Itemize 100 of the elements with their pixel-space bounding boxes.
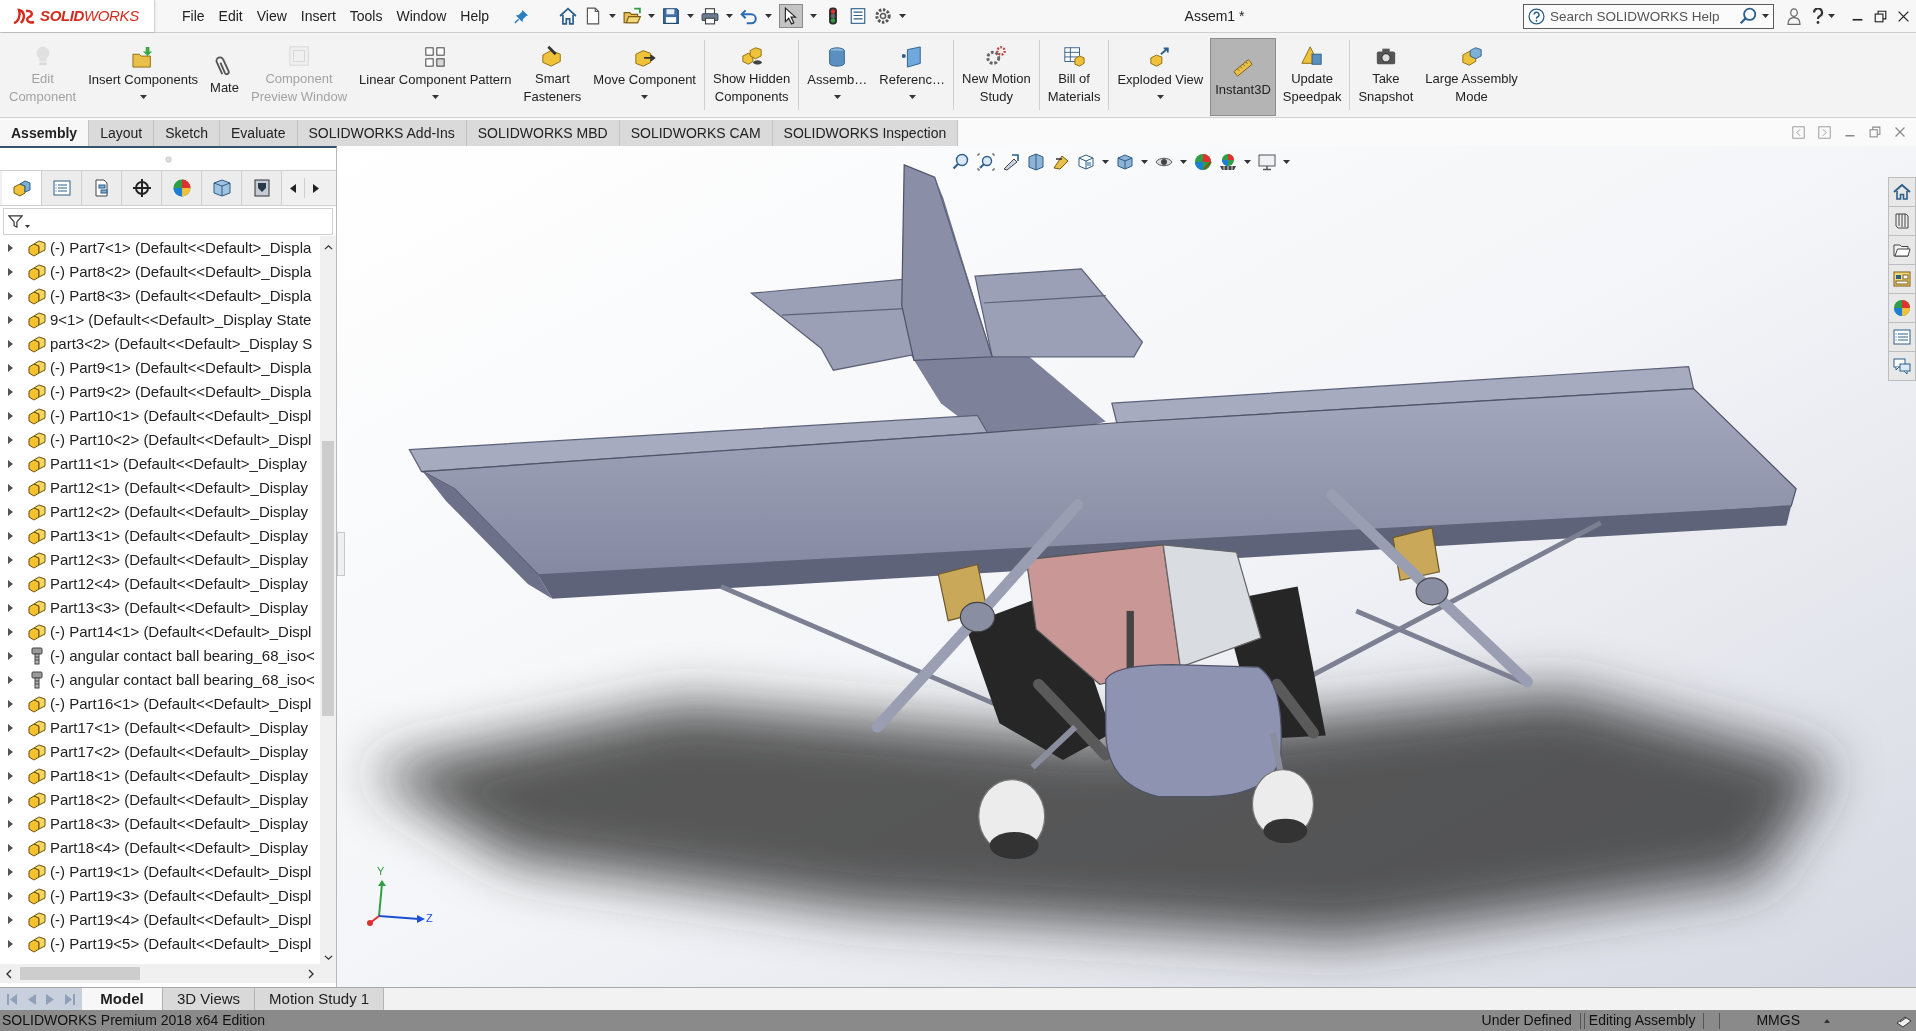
command-button[interactable]: Mate (205, 33, 244, 117)
color-ball-icon[interactable] (1194, 153, 1212, 171)
expand-arrow-icon[interactable] (8, 844, 13, 852)
up-caret-icon[interactable] (323, 245, 333, 250)
tree-item[interactable]: Part18<2> (Default<<Default>_Display (0, 788, 320, 812)
expand-arrow-icon[interactable] (8, 508, 13, 516)
home-icon[interactable] (559, 7, 578, 25)
tile-left-icon[interactable] (1792, 125, 1805, 139)
shaded-cube-icon[interactable] (1116, 153, 1134, 171)
expand-arrow-icon[interactable] (8, 580, 13, 588)
command-button[interactable]: Move Component (588, 33, 701, 117)
tree-item[interactable]: (-) Part16<1> (Default<<Default>_Displ (0, 692, 320, 716)
menu-item[interactable]: Tools (342, 4, 390, 28)
expand-arrow-icon[interactable] (8, 388, 13, 396)
expand-arrow-icon[interactable] (8, 724, 13, 732)
command-button[interactable]: Large Assembly Mode (1420, 33, 1523, 117)
gear-icon[interactable] (874, 7, 893, 25)
expand-arrow-icon[interactable] (8, 652, 13, 660)
tree-item[interactable]: Part12<2> (Default<<Default>_Display (0, 500, 320, 524)
expand-arrow-icon[interactable] (8, 676, 13, 684)
tree-item[interactable]: part3<2> (Default<<Default>_Display S (0, 332, 320, 356)
filter-field[interactable] (3, 208, 333, 235)
task-pane-tab[interactable] (1888, 206, 1916, 236)
tree-item[interactable]: Part18<1> (Default<<Default>_Display (0, 764, 320, 788)
tree-item[interactable]: (-) Part7<1> (Default<<Default>_Displa (0, 236, 320, 260)
restore-icon[interactable] (1874, 9, 1887, 23)
command-button[interactable]: Referenc… (874, 33, 951, 117)
expand-arrow-icon[interactable] (8, 316, 13, 324)
ball-on-floor-icon[interactable] (1219, 153, 1237, 171)
expand-arrow-icon[interactable] (8, 556, 13, 564)
command-button[interactable]: Linear Component Pattern (354, 33, 517, 117)
split-cube-icon[interactable] (1027, 153, 1045, 171)
tree-item[interactable]: Part17<2> (Default<<Default>_Display (0, 740, 320, 764)
expand-arrow-icon[interactable] (8, 796, 13, 804)
panel-tab[interactable] (122, 171, 162, 205)
down-caret-icon[interactable] (323, 955, 333, 960)
tile-right-icon[interactable] (1818, 125, 1831, 139)
tab[interactable]: Model (82, 988, 163, 1010)
tab[interactable]: SOLIDWORKS CAM (619, 120, 773, 146)
folder-icon[interactable] (623, 7, 642, 25)
tab[interactable]: Layout (89, 120, 155, 146)
tree-item[interactable]: Part11<1> (Default<<Default>_Display (0, 452, 320, 476)
splitter-handle[interactable] (337, 532, 345, 576)
left-arrow-icon[interactable] (290, 183, 296, 193)
select-button[interactable] (779, 4, 804, 28)
caret-icon[interactable] (726, 14, 734, 18)
expand-arrow-icon[interactable] (8, 604, 13, 612)
monitor-icon[interactable] (1258, 153, 1276, 171)
scrollbar-thumb[interactable] (322, 441, 334, 716)
task-pane-tab[interactable] (1888, 293, 1916, 323)
expand-arrow-icon[interactable] (8, 700, 13, 708)
document-list-icon[interactable] (849, 7, 868, 25)
command-button[interactable]: Insert Components (83, 33, 204, 117)
tree-item[interactable]: (-) Part9<1> (Default<<Default>_Displa (0, 356, 320, 380)
caret-icon[interactable] (648, 14, 656, 18)
left-caret-icon[interactable] (6, 968, 12, 979)
right-arrow-icon[interactable] (313, 183, 319, 193)
wire-cube-icon[interactable] (1077, 153, 1095, 171)
search-box[interactable]: Search SOLIDWORKS Help (1523, 3, 1774, 29)
search-icon[interactable] (1739, 7, 1757, 25)
task-pane-tab[interactable] (1888, 177, 1916, 207)
tree-item[interactable]: Part13<1> (Default<<Default>_Display (0, 524, 320, 548)
expand-arrow-icon[interactable] (8, 460, 13, 468)
command-button[interactable]: New Motion Study (957, 33, 1036, 117)
tag-icon[interactable] (1052, 153, 1070, 171)
expand-arrow-icon[interactable] (8, 292, 13, 300)
caret-icon[interactable] (1102, 160, 1109, 164)
command-button[interactable]: Bill of Materials (1042, 33, 1106, 117)
task-pane-tab[interactable] (1888, 322, 1916, 352)
tree-item[interactable]: Part17<1> (Default<<Default>_Display (0, 716, 320, 740)
expand-arrow-icon[interactable] (8, 436, 13, 444)
search-field[interactable]: Search SOLIDWORKS Help (1550, 5, 1734, 27)
panel-tab[interactable] (242, 171, 282, 205)
caret-icon[interactable] (899, 14, 907, 18)
caret-icon[interactable] (1141, 160, 1148, 164)
expand-arrow-icon[interactable] (8, 868, 13, 876)
expand-arrow-icon[interactable] (8, 532, 13, 540)
tree-item[interactable]: (-) Part14<1> (Default<<Default>_Displ (0, 620, 320, 644)
command-button[interactable]: Assemb… (802, 33, 873, 117)
caret-icon[interactable] (765, 14, 773, 18)
caret-icon[interactable] (687, 14, 695, 18)
expand-arrow-icon[interactable] (8, 748, 13, 756)
right-caret-icon[interactable] (308, 968, 314, 979)
tree-item[interactable]: (-) angular contact ball bearing_68_iso< (0, 644, 320, 668)
expand-arrow-icon[interactable] (8, 820, 13, 828)
expand-arrow-icon[interactable] (8, 892, 13, 900)
zoom-icon[interactable] (952, 153, 970, 171)
task-pane-tab[interactable] (1888, 351, 1916, 381)
tree-item[interactable]: (-) Part10<1> (Default<<Default>_Displ (0, 404, 320, 428)
command-button[interactable]: Exploded View (1112, 33, 1209, 117)
caret-icon[interactable] (1244, 160, 1251, 164)
help-icon[interactable] (1812, 8, 1824, 24)
horizontal-scrollbar[interactable] (0, 964, 336, 983)
tab[interactable]: SOLIDWORKS MBD (466, 120, 620, 146)
command-button[interactable]: Instant3D (1210, 38, 1276, 116)
zoom-area-icon[interactable] (977, 153, 995, 171)
expand-arrow-icon[interactable] (8, 364, 13, 372)
expand-arrow-icon[interactable] (8, 244, 13, 252)
command-button[interactable]: Take Snapshot (1353, 33, 1419, 117)
pin-icon[interactable] (514, 8, 530, 24)
